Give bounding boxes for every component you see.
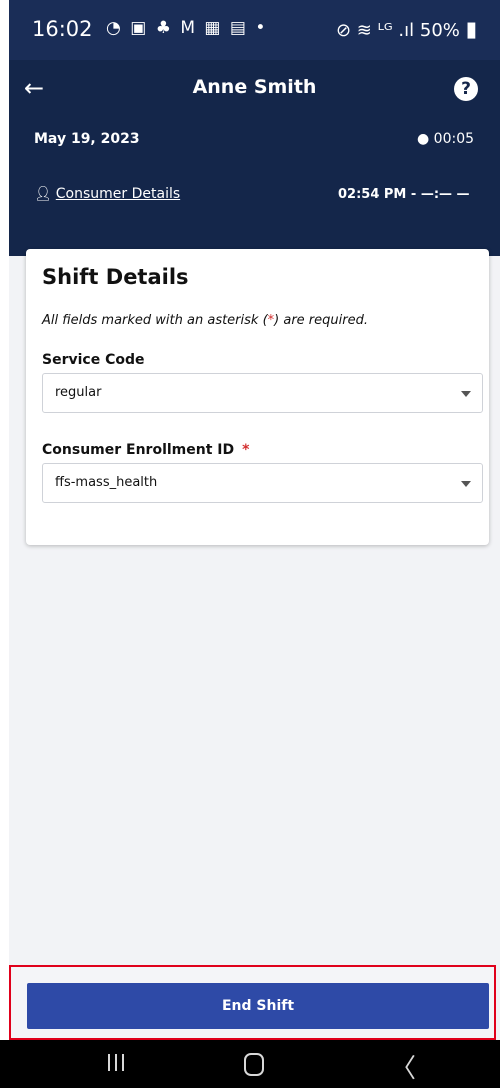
- service-code-label: Service Code: [42, 352, 145, 368]
- consumer-details-link[interactable]: 👤︎ Consumer Details: [34, 186, 180, 202]
- help-icon[interactable]: ?: [454, 77, 478, 101]
- card-title: Shift Details: [42, 265, 189, 289]
- battery-percent: 50%: [419, 20, 460, 41]
- notification-icons: ◔ ▣ ♣ M ▦ ▤ •: [106, 18, 268, 38]
- consumer-details-label: Consumer Details: [55, 186, 181, 202]
- shift-details-card: Shift Details All fields marked with an …: [26, 249, 489, 545]
- enrollment-value: ffs-mass_health: [55, 475, 158, 490]
- enrollment-label: Consumer Enrollment ID *: [42, 442, 249, 458]
- page-title: Anne Smith: [192, 76, 317, 98]
- system-nav-bar: 〈: [0, 1040, 500, 1088]
- shift-time-range: 02:54 PM - —:— —: [338, 187, 470, 202]
- chevron-down-icon: [461, 481, 471, 487]
- required-fields-note: All fields marked with an asterisk (*) a…: [42, 313, 368, 328]
- service-code-value: regular: [55, 385, 102, 400]
- shift-date: May 19, 2023: [34, 131, 140, 147]
- note-suffix: ) are required.: [274, 313, 368, 328]
- person-icon: 👤︎: [34, 186, 52, 202]
- status-time: 16:02: [32, 17, 93, 41]
- screen-edge: [0, 0, 9, 1088]
- status-bar: 16:02 ◔ ▣ ♣ M ▦ ▤ • ⊘ ≋ ᴸᴳ .ıl 50% ▮: [9, 0, 500, 60]
- enrollment-select[interactable]: ffs-mass_health: [42, 463, 483, 503]
- enrollment-label-text: Consumer Enrollment ID: [42, 442, 235, 458]
- note-prefix: All fields marked with an asterisk (: [42, 313, 268, 328]
- timer-value: 00:05: [433, 131, 475, 147]
- end-shift-button[interactable]: End Shift: [27, 983, 489, 1029]
- app-screen: 16:02 ◔ ▣ ♣ M ▦ ▤ • ⊘ ≋ ᴸᴳ .ıl 50% ▮ ← A…: [0, 0, 500, 1088]
- status-right: ⊘ ≋ ᴸᴳ .ıl 50% ▮: [336, 17, 477, 41]
- clock-icon: ●: [417, 131, 430, 147]
- app-header: 16:02 ◔ ▣ ♣ M ▦ ▤ • ⊘ ≋ ᴸᴳ .ıl 50% ▮ ← A…: [9, 0, 500, 256]
- required-asterisk: *: [242, 442, 250, 458]
- shift-timer: ● 00:05: [417, 131, 474, 147]
- service-code-select[interactable]: regular: [42, 373, 483, 413]
- home-icon[interactable]: [244, 1053, 264, 1076]
- back-nav-icon[interactable]: 〈: [390, 1048, 416, 1085]
- recent-apps-icon[interactable]: [108, 1054, 124, 1071]
- battery-icon: ▮: [465, 17, 478, 41]
- chevron-down-icon: [461, 391, 471, 397]
- signal-icons: ⊘ ≋ ᴸᴳ .ıl: [336, 20, 415, 41]
